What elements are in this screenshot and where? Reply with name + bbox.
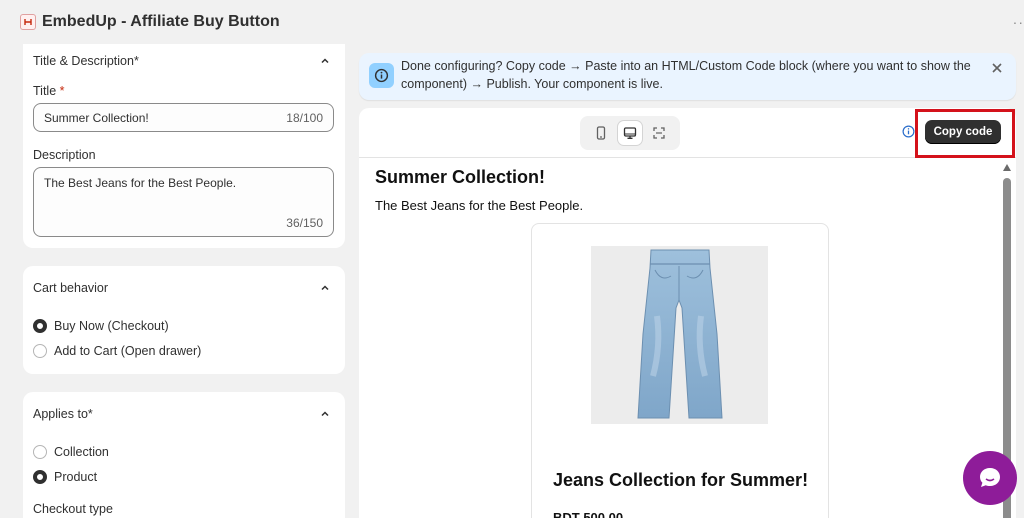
- info-icon: [369, 63, 394, 88]
- radio-buy-now[interactable]: Buy Now (Checkout): [33, 319, 169, 333]
- info-icon[interactable]: [902, 125, 915, 138]
- radio-label: Product: [54, 470, 98, 484]
- chevron-up-icon[interactable]: [319, 55, 331, 67]
- info-banner: Done configuring? Copy code → Paste into…: [359, 53, 1016, 100]
- more-actions-icon[interactable]: ··: [1013, 14, 1024, 30]
- mobile-icon: [596, 126, 605, 140]
- title-char-counter: 18/100: [286, 111, 323, 125]
- radio-button-selected[interactable]: [33, 470, 47, 484]
- description-value: The Best Jeans for the Best People.: [44, 176, 237, 190]
- fullscreen-icon: [653, 127, 665, 139]
- product-card[interactable]: Jeans Collection for Summer! BDT 500.00: [531, 223, 829, 518]
- desktop-view-button[interactable]: [617, 121, 642, 145]
- title-label: Title *: [33, 84, 65, 98]
- checkout-type-label: Checkout type: [33, 502, 113, 516]
- radio-button[interactable]: [33, 344, 47, 358]
- radio-button[interactable]: [33, 445, 47, 459]
- cart-behavior-card: Cart behavior Buy Now (Checkout) Add to …: [23, 266, 345, 374]
- description-textarea[interactable]: The Best Jeans for the Best People. 36/1…: [33, 167, 334, 237]
- radio-button-selected[interactable]: [33, 319, 47, 333]
- chevron-up-icon[interactable]: [319, 408, 331, 420]
- jeans-image: [637, 249, 723, 419]
- cart-behavior-header[interactable]: Cart behavior: [33, 281, 331, 295]
- description-label: Description: [33, 148, 96, 162]
- chat-button[interactable]: [963, 451, 1017, 505]
- radio-add-to-cart[interactable]: Add to Cart (Open drawer): [33, 344, 201, 358]
- app-title: EmbedUp - Affiliate Buy Button: [42, 13, 280, 30]
- top-bar: EmbedUp - Affiliate Buy Button ··: [0, 0, 1024, 44]
- section-heading: Applies to*: [33, 407, 93, 421]
- radio-product[interactable]: Product: [33, 470, 97, 484]
- applies-to-header[interactable]: Applies to*: [33, 407, 331, 421]
- radio-collection[interactable]: Collection: [33, 445, 109, 459]
- section-heading: Cart behavior: [33, 281, 109, 295]
- chevron-up-icon[interactable]: [319, 282, 331, 294]
- radio-label: Collection: [54, 445, 109, 459]
- radio-label: Add to Cart (Open drawer): [54, 344, 202, 358]
- title-description-card: Title & Description* Title * Summer Coll…: [23, 44, 345, 248]
- highlight-annotation: [915, 109, 1015, 158]
- desktop-icon: [623, 127, 637, 139]
- product-price: BDT 500.00: [553, 510, 624, 518]
- banner-text: Done configuring? Copy code → Paste into…: [401, 59, 971, 91]
- description-char-counter: 36/150: [286, 216, 323, 230]
- radio-label: Buy Now (Checkout): [54, 319, 169, 333]
- fullscreen-view-button[interactable]: [647, 121, 671, 145]
- app-logo-icon: [20, 14, 36, 30]
- embed-title: Summer Collection!: [375, 167, 546, 187]
- product-image[interactable]: [591, 246, 768, 424]
- chat-icon: [980, 468, 1000, 487]
- embed-description: The Best Jeans for the Best People.: [375, 198, 584, 213]
- close-icon[interactable]: [990, 61, 1004, 75]
- view-mode-switcher: [580, 116, 680, 150]
- product-title: Jeans Collection for Summer!: [553, 470, 809, 490]
- preview-panel: Copy code Summer Collection! The Best Je…: [359, 108, 1016, 518]
- title-input-value: Summer Collection!: [44, 111, 149, 125]
- section-heading: Title & Description*: [33, 54, 139, 68]
- scroll-up-arrow-icon[interactable]: [1003, 164, 1011, 171]
- applies-to-card: Applies to* Collection Product Checkout …: [23, 392, 345, 518]
- title-input[interactable]: Summer Collection! 18/100: [33, 103, 334, 132]
- mobile-view-button[interactable]: [589, 121, 613, 145]
- required-mark: *: [59, 84, 65, 98]
- title-description-header[interactable]: Title & Description*: [33, 54, 331, 68]
